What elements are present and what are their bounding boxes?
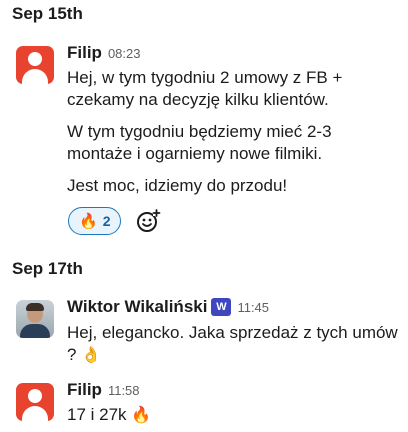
message-text: Hej, w tym tygodniu 2 umowy z FB + czeka… — [67, 68, 343, 109]
fire-emoji: 🔥 — [131, 407, 152, 424]
timestamp[interactable]: 11:45 — [237, 300, 269, 315]
fire-emoji: 🔥 — [79, 213, 98, 230]
reactions-bar: 🔥 2 — [68, 207, 161, 235]
message-text: Jest moc, idziemy do przodu! — [67, 176, 288, 195]
user-avatar[interactable] — [16, 300, 54, 338]
message-text: 17 i 27k — [67, 405, 127, 424]
author-name[interactable]: Wiktor Wikaliński — [67, 297, 207, 317]
timestamp[interactable]: 08:23 — [108, 46, 141, 61]
author-name[interactable]: Filip — [67, 380, 102, 400]
user-avatar[interactable] — [16, 383, 54, 421]
reaction-count: 2 — [102, 213, 111, 229]
author-name[interactable]: Filip — [67, 43, 102, 63]
workspace-badge: W — [211, 298, 232, 316]
message-text-container: 17 i 27k 🔥 — [67, 404, 400, 427]
ok-hand-emoji: 👌 — [81, 347, 102, 364]
day-divider-sep-15: Sep 15th — [12, 4, 83, 23]
add-reaction-icon[interactable] — [135, 208, 161, 234]
message-text-container: Hej, elegancko. Jaka sprzedaż z tych umó… — [67, 322, 400, 367]
day-divider-sep-17: Sep 17th — [12, 259, 83, 278]
message-text: Hej, elegancko. Jaka sprzedaż z tych umó… — [67, 323, 398, 364]
user-avatar[interactable] — [16, 46, 54, 84]
fire-reaction-pill[interactable]: 🔥 2 — [68, 207, 122, 235]
timestamp[interactable]: 11:58 — [108, 383, 140, 398]
message-text: W tym tygodniu będziemy mieć 2-3 montaże… — [67, 122, 332, 163]
